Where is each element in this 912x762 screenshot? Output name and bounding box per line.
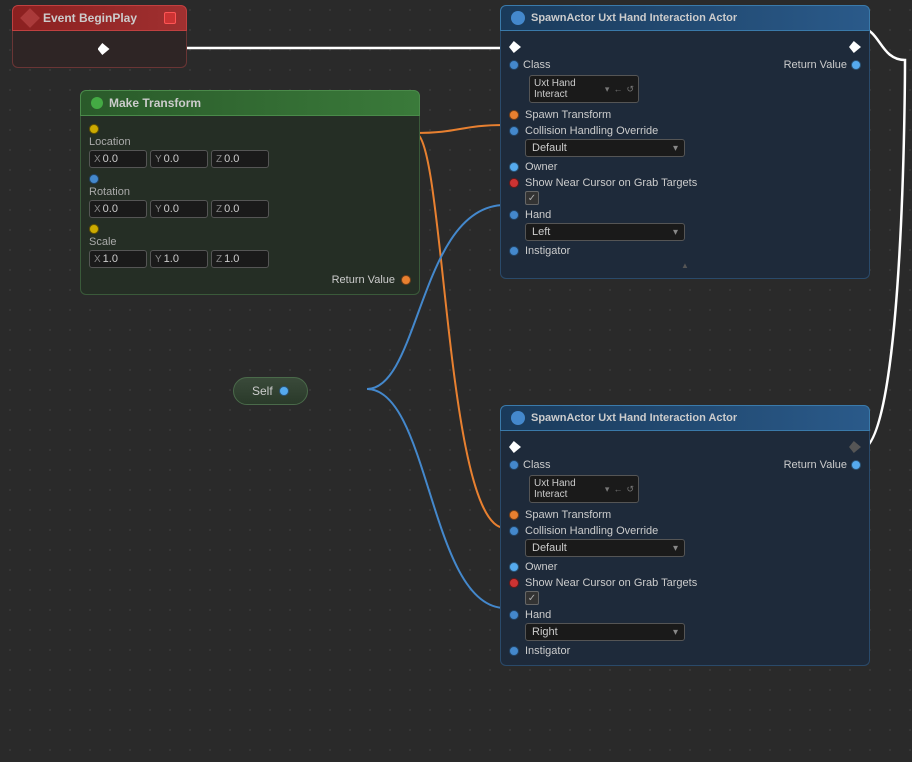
spawn-actor-1-header: SpawnActor Uxt Hand Interaction Actor	[500, 5, 870, 31]
scale-x[interactable]: X 1.0	[89, 250, 147, 268]
make-transform-header: Make Transform	[80, 90, 420, 116]
begin-play-exec-out[interactable]	[98, 43, 110, 55]
spawn2-class-label: Class	[523, 459, 551, 471]
spawn1-return-pin[interactable]	[851, 60, 861, 70]
spawn2-hand-dropdown[interactable]: Right ▾	[525, 623, 685, 641]
location-x[interactable]: X 0.0	[89, 150, 147, 168]
spawn1-exec-out[interactable]	[849, 41, 861, 53]
spawn2-collision-label: Collision Handling Override	[525, 525, 658, 537]
spawn2-instigator-pin[interactable]	[509, 646, 519, 656]
spawn1-class-pin[interactable]	[509, 60, 519, 70]
spawn-icon-2	[511, 411, 525, 425]
spawn2-show-near-checkbox[interactable]: ✓	[525, 591, 539, 605]
scale-pin[interactable]	[89, 224, 99, 234]
scale-label: Scale	[89, 236, 411, 248]
spawn1-show-near-label: Show Near Cursor on Grab Targets	[525, 177, 697, 189]
spawn1-return-label: Return Value	[784, 59, 847, 71]
spawn2-class-pin[interactable]	[509, 460, 519, 470]
location-z[interactable]: Z 0.0	[211, 150, 269, 168]
rotation-z[interactable]: Z 0.0	[211, 200, 269, 218]
spawn-actor-1-node: SpawnActor Uxt Hand Interaction Actor Cl…	[500, 5, 870, 279]
spawn1-show-near-checkbox[interactable]: ✓	[525, 191, 539, 205]
spawn1-owner-label: Owner	[525, 161, 557, 173]
debug-icon[interactable]	[164, 12, 176, 24]
spawn1-class-input[interactable]: Uxt Hand Interact ▾ ← ↺	[529, 75, 639, 103]
rotation-y[interactable]: Y 0.0	[150, 200, 208, 218]
event-icon	[20, 8, 40, 28]
spawn1-instigator-pin[interactable]	[509, 246, 519, 256]
spawn2-show-near-label: Show Near Cursor on Grab Targets	[525, 577, 697, 589]
make-transform-node: Make Transform Location X 0.0 Y 0.0 Z 0.…	[80, 90, 420, 295]
return-value-pin[interactable]	[401, 275, 411, 285]
spawn-actor-2-header: SpawnActor Uxt Hand Interaction Actor	[500, 405, 870, 431]
spawn2-hand-label: Hand	[525, 609, 551, 621]
spawn1-hand-dropdown[interactable]: Left ▾	[525, 223, 685, 241]
spawn1-scroll[interactable]: ▲	[501, 259, 869, 272]
spawn1-class-label: Class	[523, 59, 551, 71]
spawn-actor-1-title: SpawnActor Uxt Hand Interaction Actor	[531, 12, 737, 24]
spawn2-return-pin[interactable]	[851, 460, 861, 470]
spawn1-transform-pin[interactable]	[509, 110, 519, 120]
transform-icon	[91, 97, 103, 109]
spawn1-collision-pin[interactable]	[509, 126, 519, 136]
spawn1-show-near-pin[interactable]	[509, 178, 519, 188]
spawn2-owner-pin[interactable]	[509, 562, 519, 572]
spawn2-transform-pin[interactable]	[509, 510, 519, 520]
event-begin-play-header: Event BeginPlay	[12, 5, 187, 31]
spawn2-collision-pin[interactable]	[509, 526, 519, 536]
spawn-actor-2-title: SpawnActor Uxt Hand Interaction Actor	[531, 412, 737, 424]
self-label: Self	[252, 384, 273, 398]
spawn2-exec-out[interactable]	[849, 441, 861, 453]
spawn2-class-input[interactable]: Uxt Hand Interact ▾ ← ↺	[529, 475, 639, 503]
spawn1-hand-label: Hand	[525, 209, 551, 221]
self-node: Self	[233, 377, 308, 405]
spawn-icon-1	[511, 11, 525, 25]
return-value-label: Return Value	[332, 274, 395, 286]
location-label: Location	[89, 136, 411, 148]
spawn2-exec-in[interactable]	[509, 441, 521, 453]
self-pin[interactable]	[279, 386, 289, 396]
scale-z[interactable]: Z 1.0	[211, 250, 269, 268]
spawn1-exec-in[interactable]	[509, 41, 521, 53]
spawn1-owner-pin[interactable]	[509, 162, 519, 172]
location-pin[interactable]	[89, 124, 99, 134]
spawn2-class-value: Uxt Hand Interact	[534, 478, 601, 500]
spawn1-class-value: Uxt Hand Interact	[534, 78, 601, 100]
spawn2-transform-label: Spawn Transform	[525, 509, 611, 521]
spawn1-hand-pin[interactable]	[509, 210, 519, 220]
spawn2-instigator-label: Instigator	[525, 645, 570, 657]
scale-y[interactable]: Y 1.0	[150, 250, 208, 268]
spawn1-collision-label: Collision Handling Override	[525, 125, 658, 137]
spawn2-owner-label: Owner	[525, 561, 557, 573]
spawn2-hand-pin[interactable]	[509, 610, 519, 620]
make-transform-title: Make Transform	[109, 96, 201, 110]
spawn2-collision-dropdown[interactable]: Default ▾	[525, 539, 685, 557]
location-y[interactable]: Y 0.0	[150, 150, 208, 168]
rotation-x[interactable]: X 0.0	[89, 200, 147, 218]
event-begin-play-node: Event BeginPlay	[12, 5, 187, 68]
spawn1-collision-dropdown[interactable]: Default ▾	[525, 139, 685, 157]
spawn1-instigator-label: Instigator	[525, 245, 570, 257]
spawn2-return-label: Return Value	[784, 459, 847, 471]
spawn-actor-2-node: SpawnActor Uxt Hand Interaction Actor Cl…	[500, 405, 870, 666]
rotation-pin[interactable]	[89, 174, 99, 184]
rotation-label: Rotation	[89, 186, 411, 198]
spawn2-show-near-pin[interactable]	[509, 578, 519, 588]
event-begin-play-title: Event BeginPlay	[43, 11, 137, 25]
spawn1-transform-label: Spawn Transform	[525, 109, 611, 121]
